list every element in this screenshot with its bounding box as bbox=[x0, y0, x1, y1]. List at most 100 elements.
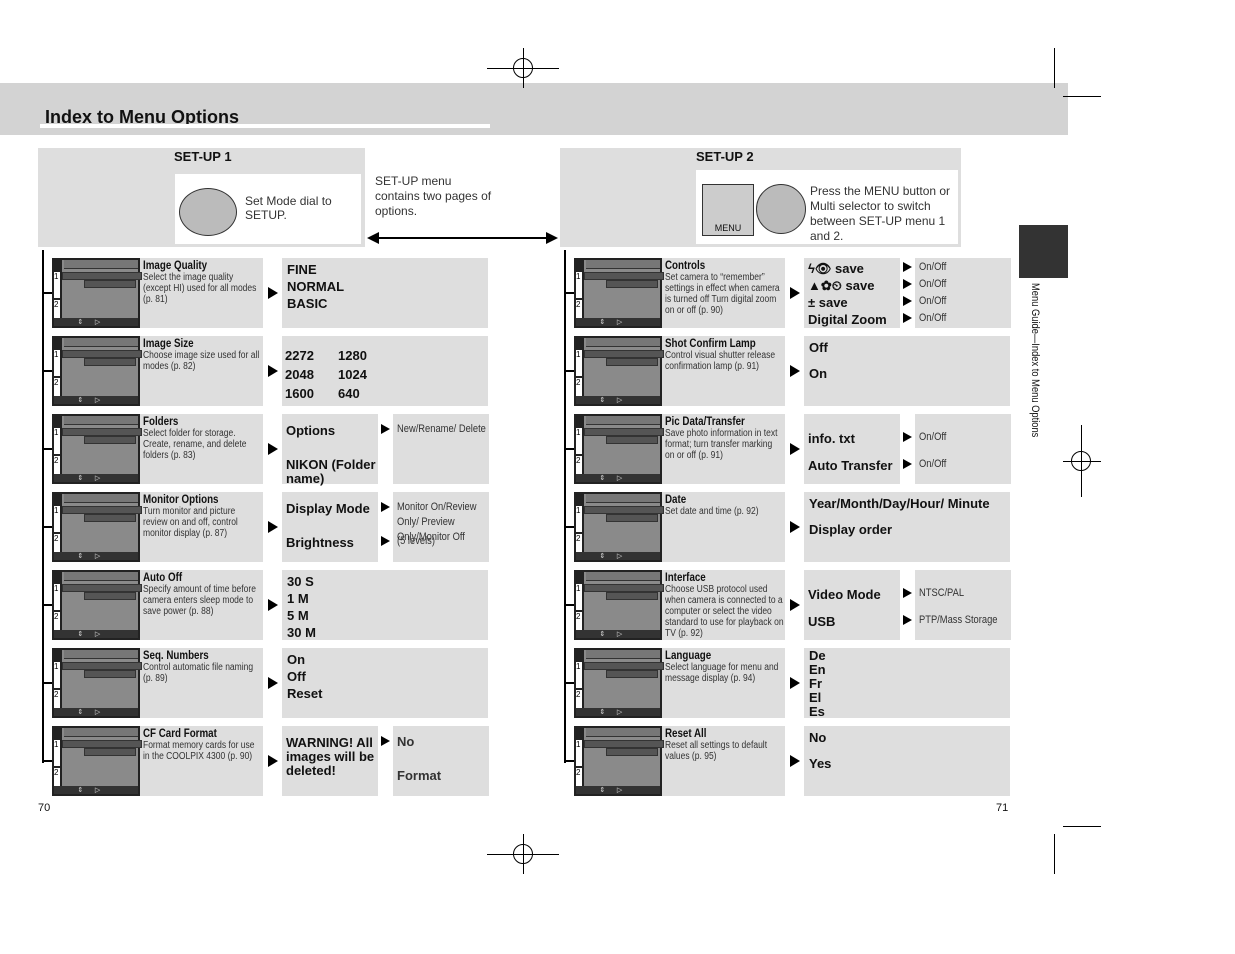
option-1-1[interactable]: 1024 bbox=[338, 367, 367, 382]
menu-item-text: Image Size Choose image size used for all… bbox=[143, 338, 283, 372]
connector-line bbox=[564, 250, 566, 763]
option-1[interactable]: En bbox=[809, 662, 826, 677]
option-1[interactable]: Display order bbox=[809, 522, 892, 537]
camera-screen-icon: 12 ⇕ ▷ bbox=[574, 414, 664, 484]
option-0[interactable]: WARNING! All images will be deleted! bbox=[286, 736, 378, 778]
camera-screen-icon: 12 ⇕ ▷ bbox=[574, 648, 664, 718]
menu-button-box: MENU Press the MENU button or Multi sele… bbox=[696, 170, 958, 244]
option-3[interactable]: 30 M bbox=[287, 625, 316, 640]
menu-item-desc: Save photo information in text format; t… bbox=[665, 428, 778, 461]
arrow-right-icon bbox=[381, 424, 390, 434]
suboptions-box: On/Off On/Off On/Off On/Off bbox=[915, 258, 1011, 328]
menu-item-desc: Select folder for storage. Create, renam… bbox=[143, 428, 247, 461]
option-0[interactable]: No bbox=[809, 730, 826, 745]
menu-item-text: CF Card Format Format memory cards for us… bbox=[143, 728, 283, 762]
menu-item-4[interactable]: 12 ⇕ ▷ Auto Off Specify amount of time bef… bbox=[52, 570, 263, 640]
menu-item-3[interactable]: 12 ⇕ ▷ Date Set date and time (p. 92) bbox=[574, 492, 785, 562]
menu-item-desc: Choose image size used for all modes (p.… bbox=[143, 350, 260, 372]
arrow-right-icon bbox=[790, 443, 800, 455]
option-1[interactable]: Off bbox=[287, 669, 306, 684]
menu-item-3[interactable]: 12 ⇕ ▷ Monitor Options Turn monitor and pi… bbox=[52, 492, 263, 562]
menu-item-2[interactable]: 12 ⇕ ▷ Pic Data/Transfer Save photo inform… bbox=[574, 414, 785, 484]
menu-item-0[interactable]: 12 ⇕ ▷ Controls Set camera to “remember” s… bbox=[574, 258, 785, 328]
suboption-1: PTP/Mass Storage bbox=[919, 614, 998, 626]
menu-item-1[interactable]: 12 ⇕ ▷ Shot Confirm Lamp Control visual sh… bbox=[574, 336, 785, 406]
options-box: Display Mode Brightness bbox=[282, 492, 378, 562]
arrow-right-icon bbox=[268, 287, 278, 299]
menu-item-5[interactable]: 12 ⇕ ▷ Language Select language for menu a… bbox=[574, 648, 785, 718]
mode-dial-icon bbox=[179, 188, 237, 236]
menu-item-desc: Set camera to “remember” settings in eff… bbox=[665, 272, 780, 316]
option-1[interactable]: Yes bbox=[809, 756, 831, 771]
option-2-1[interactable]: 640 bbox=[338, 386, 360, 401]
suboption-0: On/Off bbox=[919, 431, 947, 443]
options-box: Video Mode USB bbox=[804, 570, 900, 640]
option-2[interactable]: BASIC bbox=[287, 296, 327, 311]
suboption-1: Format bbox=[397, 768, 442, 783]
option-1[interactable]: NIKON (Folder name) bbox=[286, 458, 378, 486]
menu-item-4[interactable]: 12 ⇕ ▷ Interface Choose USB protocol used … bbox=[574, 570, 785, 640]
menu-item-6[interactable]: 12 ⇕ ▷ Reset All Reset all settings to def… bbox=[574, 726, 785, 796]
menu-item-text: Interface Choose USB protocol used when c… bbox=[665, 572, 805, 639]
arrow-right-icon bbox=[903, 459, 912, 469]
option-0[interactable]: ϟ👁 save bbox=[808, 262, 900, 276]
option-4[interactable]: Es bbox=[809, 704, 825, 719]
option-1[interactable]: Brightness bbox=[286, 536, 378, 550]
option-2[interactable]: 5 M bbox=[287, 608, 309, 623]
option-1-0[interactable]: 2048 bbox=[285, 367, 314, 382]
option-3[interactable]: Digital Zoom bbox=[808, 313, 900, 327]
arrow-right-icon bbox=[903, 296, 912, 306]
arrow-right-icon bbox=[790, 365, 800, 377]
option-1[interactable]: NORMAL bbox=[287, 279, 344, 294]
option-0-1[interactable]: 1280 bbox=[338, 348, 367, 363]
menu-item-desc: Control visual shutter release confirmat… bbox=[665, 350, 776, 372]
double-arrow bbox=[375, 237, 550, 239]
option-0[interactable]: info. txt bbox=[808, 432, 900, 446]
option-2[interactable]: Reset bbox=[287, 686, 322, 701]
option-1[interactable]: On bbox=[809, 366, 827, 381]
arrow-right-icon bbox=[790, 677, 800, 689]
option-0[interactable]: FINE bbox=[287, 262, 317, 277]
arrow-left-icon bbox=[367, 232, 379, 244]
option-3[interactable]: El bbox=[809, 690, 821, 705]
menu-item-1[interactable]: 12 ⇕ ▷ Image Size Choose image size used f… bbox=[52, 336, 263, 406]
suboption-1: (5 levels) bbox=[397, 535, 435, 547]
option-0[interactable]: De bbox=[809, 648, 826, 663]
arrow-right-icon bbox=[790, 599, 800, 611]
setup1-panel: SET-UP 1 Set Mode dial to SETUP. bbox=[38, 148, 365, 247]
option-0[interactable]: Options bbox=[286, 424, 378, 438]
option-2[interactable]: ± save bbox=[808, 296, 900, 310]
page-number-right: 71 bbox=[996, 802, 1009, 814]
option-1[interactable]: USB bbox=[808, 615, 900, 629]
option-0[interactable]: Video Mode bbox=[808, 588, 900, 602]
menu-item-text: Controls Set camera to “remember” setting… bbox=[665, 260, 805, 316]
menu-item-5[interactable]: 12 ⇕ ▷ Seq. Numbers Control automatic file… bbox=[52, 648, 263, 718]
menu-item-0[interactable]: 12 ⇕ ▷ Image Quality Select the image qual… bbox=[52, 258, 263, 328]
option-1[interactable]: ▲✿⏲ save bbox=[808, 279, 900, 293]
menu-item-name: Date bbox=[665, 494, 687, 506]
option-1[interactable]: 1 M bbox=[287, 591, 309, 606]
option-0-0[interactable]: 2272 bbox=[285, 348, 314, 363]
camera-screen-icon: 12 ⇕ ▷ bbox=[52, 336, 142, 406]
menu-item-desc: Set date and time (p. 92) bbox=[665, 506, 759, 517]
menu-item-2[interactable]: 12 ⇕ ▷ Folders Select folder for storage. … bbox=[52, 414, 263, 484]
option-0[interactable]: On bbox=[287, 652, 305, 667]
menu-item-desc: Reset all settings to default values (p.… bbox=[665, 740, 768, 762]
option-0[interactable]: Year/Month/Day/Hour/ Minute bbox=[809, 496, 990, 511]
suboption-3: On/Off bbox=[919, 312, 947, 324]
option-1[interactable]: Auto Transfer bbox=[808, 459, 900, 473]
option-2[interactable]: Fr bbox=[809, 676, 822, 691]
suboptions-box: On/Off On/Off bbox=[915, 414, 1011, 484]
option-0[interactable]: 30 S bbox=[287, 574, 314, 589]
title-underline bbox=[40, 124, 490, 128]
menu-item-6[interactable]: 12 ⇕ ▷ CF Card Format Format memory cards … bbox=[52, 726, 263, 796]
menu-item-name: Seq. Numbers bbox=[143, 650, 209, 662]
option-0[interactable]: Off bbox=[809, 340, 828, 355]
suboptions-box: NTSC/PAL PTP/Mass Storage bbox=[915, 570, 1011, 640]
option-2-0[interactable]: 1600 bbox=[285, 386, 314, 401]
menu-item-desc: Turn monitor and picture review on and o… bbox=[143, 506, 238, 539]
options-box: Off On bbox=[804, 336, 1010, 406]
option-0[interactable]: Display Mode bbox=[286, 502, 378, 516]
menu-button-icon: MENU bbox=[702, 184, 754, 236]
arrow-right-icon bbox=[268, 443, 278, 455]
